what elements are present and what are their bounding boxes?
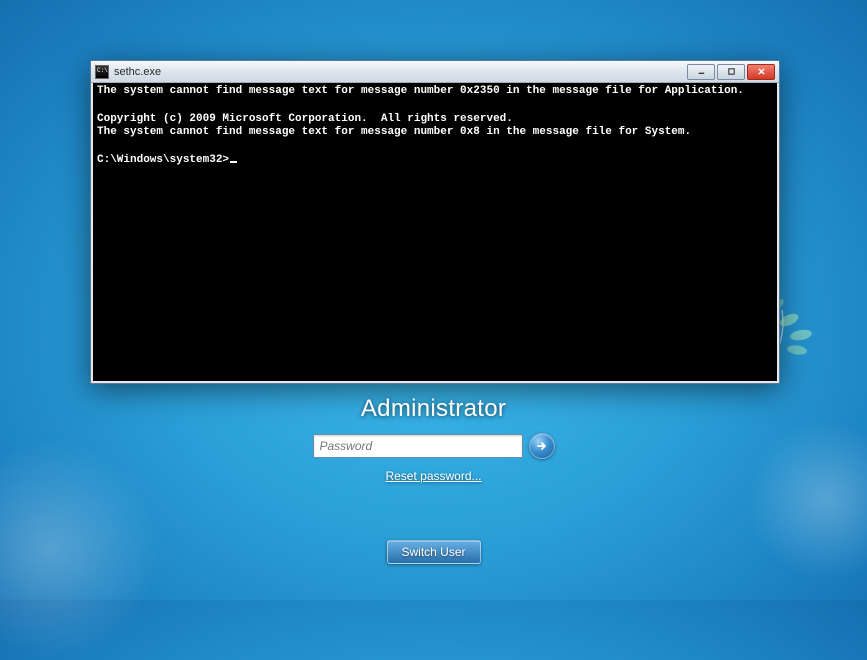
submit-button[interactable] — [529, 433, 555, 459]
console-line: The system cannot find message text for … — [97, 85, 744, 97]
cmd-icon — [95, 65, 109, 79]
cursor-icon — [230, 161, 237, 163]
command-prompt-window[interactable]: sethc.exe The system cannot find message… — [90, 60, 780, 384]
username-label: Administrator — [361, 395, 506, 423]
password-input[interactable] — [313, 434, 523, 458]
switch-user-button[interactable]: Switch User — [386, 540, 480, 564]
minimize-button[interactable] — [687, 64, 715, 80]
window-title: sethc.exe — [114, 66, 687, 78]
titlebar[interactable]: sethc.exe — [91, 61, 779, 83]
close-button[interactable] — [747, 64, 775, 80]
console-output[interactable]: The system cannot find message text for … — [91, 83, 779, 383]
reset-password-link[interactable]: Reset password... — [385, 469, 481, 483]
window-buttons — [687, 64, 775, 80]
console-line: The system cannot find message text for … — [97, 126, 691, 138]
login-panel: Administrator Reset password... — [0, 395, 867, 483]
maximize-button[interactable] — [717, 64, 745, 80]
password-row — [313, 433, 555, 459]
console-line: Copyright (c) 2009 Microsoft Corporation… — [97, 113, 513, 125]
console-prompt: C:\Windows\system32> — [97, 154, 229, 166]
